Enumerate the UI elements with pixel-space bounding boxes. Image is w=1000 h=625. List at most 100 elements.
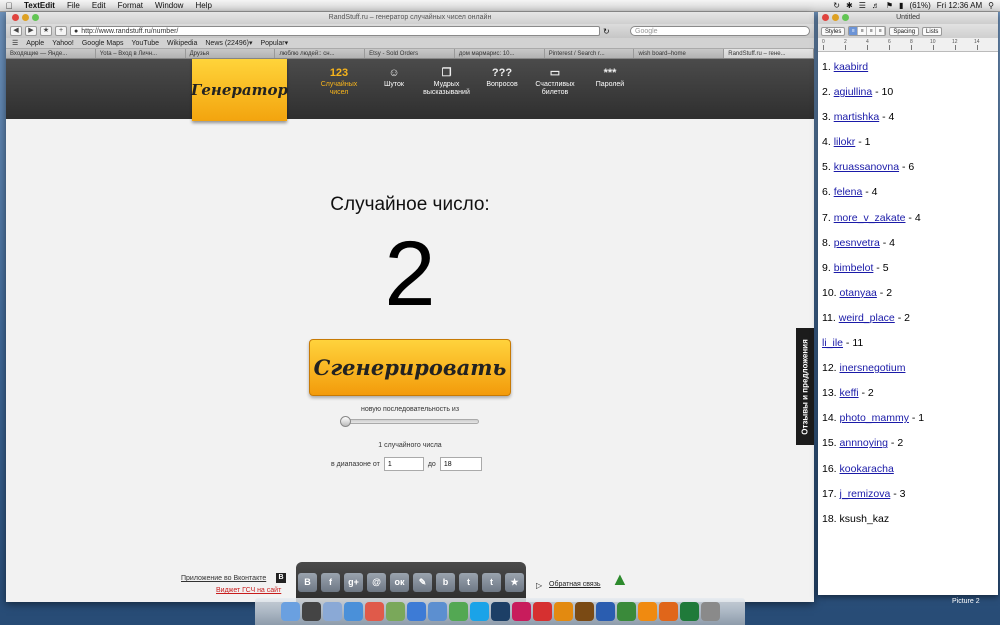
- excel-icon[interactable]: [679, 602, 699, 621]
- menu-help[interactable]: Help: [189, 1, 217, 10]
- te-minimize-icon[interactable]: [832, 14, 839, 21]
- safari-icon[interactable]: [343, 602, 363, 621]
- align-right-icon[interactable]: ≡: [867, 27, 877, 35]
- tab-yota[interactable]: Yota – Вход в Личн...: [95, 49, 186, 58]
- tab-marmaris[interactable]: дом мармарис: 10...: [454, 49, 545, 58]
- skype-icon[interactable]: [469, 602, 489, 621]
- generate-button[interactable]: Сгенерировать: [309, 339, 511, 396]
- indesign-icon[interactable]: [511, 602, 531, 621]
- count-slider[interactable]: [340, 416, 479, 427]
- iphoto-icon[interactable]: [427, 602, 447, 621]
- username-link[interactable]: pesnvetra: [834, 237, 880, 249]
- menu-window[interactable]: Window: [149, 1, 189, 10]
- align-justify-icon[interactable]: ≡: [876, 27, 886, 35]
- blogger-share-icon[interactable]: b: [436, 572, 455, 592]
- mail-icon[interactable]: [322, 602, 342, 621]
- favorite-share-icon[interactable]: ★: [505, 572, 524, 592]
- lists-select[interactable]: Lists: [922, 26, 943, 36]
- username-link[interactable]: kookaracha: [840, 463, 894, 475]
- username-link[interactable]: kruassanovna: [834, 161, 899, 173]
- bridge-icon[interactable]: [574, 602, 594, 621]
- bookmark-news[interactable]: News (22496)▾: [205, 39, 252, 47]
- reading-list-icon[interactable]: ☰: [12, 39, 18, 47]
- menu-edit[interactable]: Edit: [86, 1, 112, 10]
- tab-pinterest[interactable]: Pinterest / Search r...: [544, 49, 635, 58]
- username-link[interactable]: weird_place: [839, 312, 895, 324]
- word-icon[interactable]: [595, 602, 615, 621]
- spacing-select[interactable]: Spacing: [889, 26, 920, 36]
- bookmark-star-button[interactable]: ★: [40, 26, 52, 36]
- illustrator-icon[interactable]: [553, 602, 573, 621]
- zoom-window-icon[interactable]: [32, 14, 39, 21]
- nav-quotes[interactable]: ❐ Мудрых высказываний: [419, 68, 474, 97]
- username-link[interactable]: inersnegotium: [840, 362, 906, 374]
- clock[interactable]: Fri 12:36 AM: [937, 1, 982, 10]
- menu-format[interactable]: Format: [112, 1, 149, 10]
- nav-questions[interactable]: ??? Вопросов: [481, 68, 523, 89]
- ical-icon[interactable]: [364, 602, 384, 621]
- apple-menu-icon[interactable]: : [0, 1, 18, 11]
- bookmark-yahoo[interactable]: Yahoo!: [52, 40, 74, 47]
- wifi-icon[interactable]: ☰: [859, 1, 866, 10]
- volume-icon[interactable]: ♬: [872, 1, 880, 10]
- back-button[interactable]: ◀: [10, 26, 22, 36]
- vk-app-link[interactable]: Приложение во Вконтакте: [181, 575, 266, 582]
- username-link[interactable]: lilokr: [834, 136, 856, 148]
- bookmark-apple[interactable]: Apple: [26, 40, 44, 47]
- range-from-input[interactable]: [383, 457, 424, 471]
- te-close-icon[interactable]: [822, 14, 829, 21]
- ruler[interactable]: 0 2 4 6 8 10 12 14: [818, 38, 998, 52]
- feedback-side-tab[interactable]: Отзывы и предложения: [796, 328, 814, 445]
- username-link[interactable]: kaabird: [834, 61, 868, 73]
- battery-icon[interactable]: ▮: [899, 1, 903, 10]
- facebook-share-icon[interactable]: f: [321, 572, 340, 592]
- add-bookmark-button[interactable]: +: [55, 26, 67, 36]
- screenshot-file-label[interactable]: Picture 2: [952, 598, 980, 605]
- close-window-icon[interactable]: [12, 14, 19, 21]
- google-plus-share-icon[interactable]: g+: [344, 572, 363, 592]
- finder-icon[interactable]: [280, 602, 300, 621]
- username-link[interactable]: annnoying: [840, 437, 888, 449]
- styles-select[interactable]: Styles: [821, 26, 846, 36]
- acrobat-icon[interactable]: [532, 602, 552, 621]
- pencil-share-icon[interactable]: ✎: [413, 572, 432, 592]
- nav-jokes[interactable]: ☺ Шуток: [374, 68, 414, 89]
- tab-randstuff[interactable]: RandStuff.ru – гене...: [724, 49, 814, 58]
- username-link[interactable]: felena: [834, 186, 863, 198]
- username-link[interactable]: martishka: [834, 111, 880, 123]
- vlc-icon[interactable]: [637, 602, 657, 621]
- range-to-input[interactable]: [439, 457, 482, 471]
- tab-people[interactable]: люблю людей:: сн...: [275, 49, 366, 58]
- feedback-link[interactable]: Обратная связь: [549, 581, 601, 588]
- nav-passwords[interactable]: *** Паролей: [590, 68, 630, 89]
- tab-friends[interactable]: Друзья: [185, 49, 276, 58]
- username-link[interactable]: j_remizova: [840, 488, 891, 500]
- username-link[interactable]: keffi: [840, 387, 859, 399]
- username-link[interactable]: agiullina: [834, 86, 873, 98]
- te-zoom-icon[interactable]: [842, 14, 849, 21]
- widget-link[interactable]: Виджет ГСЧ на сайт: [216, 587, 281, 594]
- itunes-icon[interactable]: [406, 602, 426, 621]
- bookmark-wikipedia[interactable]: Wikipedia: [167, 40, 197, 47]
- menu-app-name[interactable]: TextEdit: [18, 1, 61, 10]
- tab-wish-board[interactable]: wish board–home: [634, 49, 725, 58]
- align-center-icon[interactable]: ≡: [858, 27, 868, 35]
- trash-icon[interactable]: [700, 602, 720, 621]
- username-link[interactable]: bimbelot: [834, 262, 874, 274]
- bookmark-google-maps[interactable]: Google Maps: [82, 40, 124, 47]
- nav-numbers[interactable]: 123 Случайных чисел: [313, 68, 365, 97]
- twitter-share-icon[interactable]: t: [459, 572, 478, 592]
- time-machine-icon[interactable]: ↻: [833, 1, 840, 10]
- username-link[interactable]: li_ile: [822, 337, 843, 349]
- username-link[interactable]: photo_mammy: [840, 412, 909, 424]
- tumblr-share-icon[interactable]: t: [482, 572, 501, 592]
- spotlight-icon[interactable]: ⚲: [988, 1, 994, 10]
- forward-button[interactable]: ▶: [25, 26, 37, 36]
- address-bar[interactable]: ● http://www.randstuff.ru/number/: [70, 26, 600, 36]
- username-link[interactable]: otanyaa: [840, 287, 877, 299]
- site-logo[interactable]: Генератор: [191, 59, 288, 121]
- preview-icon[interactable]: [385, 602, 405, 621]
- facetime-icon[interactable]: [448, 602, 468, 621]
- nav-tickets[interactable]: ▭ Счастливых билетов: [531, 68, 579, 97]
- flag-icon[interactable]: ⚑: [886, 1, 893, 10]
